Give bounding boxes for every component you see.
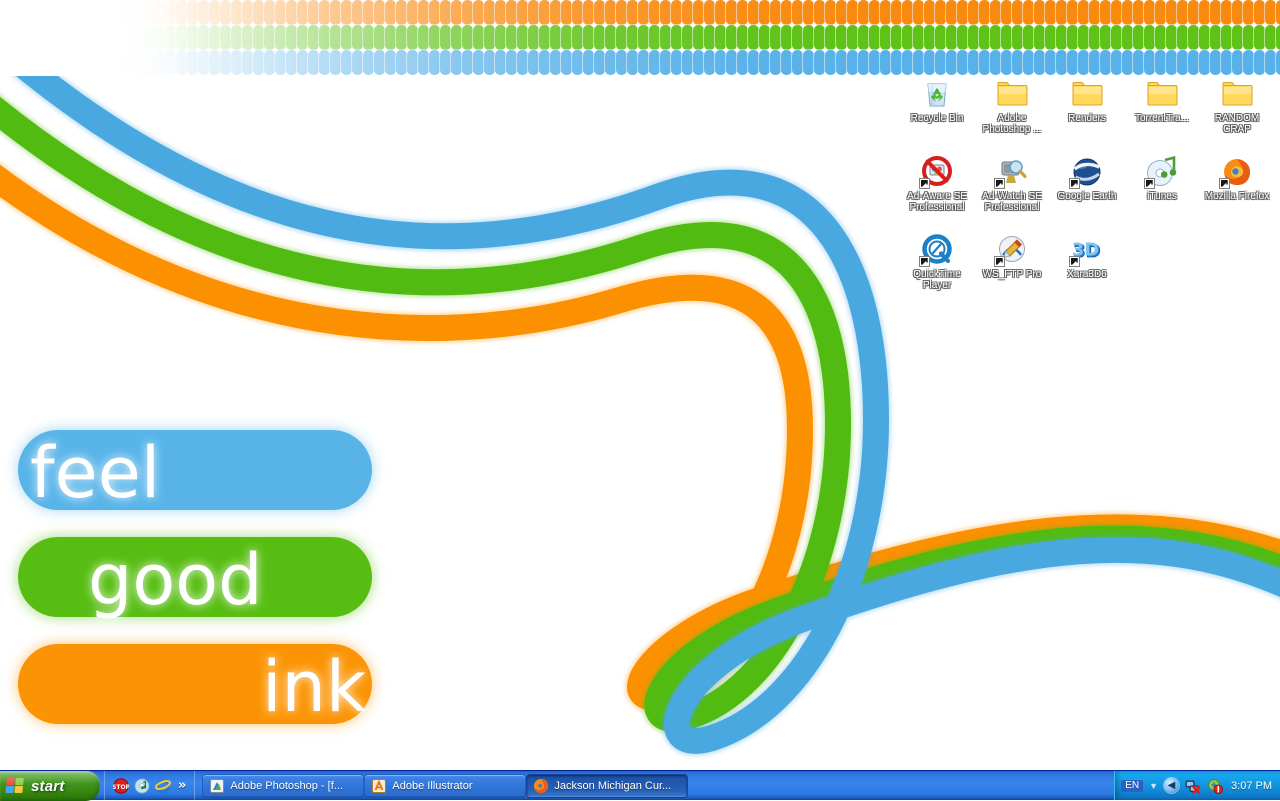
desktop-icon-random-crap[interactable]: RANDOM CRAP [1200,78,1274,135]
shortcut-overlay-icon [1144,178,1155,189]
taskbar[interactable]: start STOP » Adobe Photoshop - [0,770,1280,800]
desktop-icon-label: Ad-Aware SE Professional [900,191,974,213]
desktop-icon-mozilla-firefox[interactable]: Mozilla Firefox [1200,156,1274,202]
desktop-icon-ad-aware-se-professional[interactable]: Ad-Aware SE Professional [900,156,974,213]
desktop-icon-label: QuickTime Player [900,269,974,291]
pill-good: good good [18,537,372,621]
desktop[interactable]: feel feel good good ink ink feel good in… [0,0,1280,770]
desktop-icon-label: iTunes [1125,191,1199,202]
quicktime-icon [921,234,953,266]
desktop-icon-ad-watch-se-professional[interactable]: Ad-Watch SE Professional [975,156,1049,213]
language-bar-handle[interactable]: ▼ [1149,782,1158,790]
svg-text:STOP: STOP [113,784,129,791]
recycle-bin-icon [921,78,953,110]
desktop-icon-label: Mozilla Firefox [1200,191,1274,202]
taskbar-window-button[interactable]: Adobe Illustrator [365,775,525,797]
desktop-icon-label: TorrentTra... [1125,113,1199,124]
language-indicator[interactable]: EN [1121,779,1143,792]
desktop-icon-renders[interactable]: Renders [1050,78,1124,124]
desktop-icon-label: Adobe Photoshop ... [975,113,1049,135]
folder-icon [1071,78,1103,110]
desktop-icon-itunes[interactable]: iTunes [1125,156,1199,202]
svg-text:feel: feel [30,432,160,514]
ql-internet-explorer-icon[interactable] [155,778,171,794]
desktop-icon-label: WS_FTP Pro [975,269,1049,280]
firefox-icon [1221,156,1253,188]
ql-itunes-icon[interactable] [134,778,150,794]
desktop-icon-xara3d6[interactable]: 3D 3D Xara3D6 [1050,234,1124,280]
folder-icon [1146,78,1178,110]
illustrator-icon [371,778,387,794]
pill-feel: feel feel [18,430,372,514]
desktop-icon-label: Google Earth [1050,191,1124,202]
ql-ad-aware-stop-icon[interactable]: STOP [113,778,129,794]
desktop-icon-quicktime-player[interactable]: QuickTime Player [900,234,974,291]
desktop-icon-ws-ftp-pro[interactable]: WS_FTP Pro [975,234,1049,280]
folder-icon [1221,78,1253,110]
shortcut-overlay-icon [1069,256,1080,267]
taskbar-window-button[interactable]: Adobe Photoshop - [f... [203,775,363,797]
shortcut-overlay-icon [1219,178,1230,189]
taskbar-window-label: Adobe Illustrator [392,780,472,792]
itunes-icon [1146,156,1178,188]
taskbar-window-button[interactable]: Jackson Michigan Cur... [527,775,687,797]
quick-launch-overflow-button[interactable]: » [176,778,188,793]
desktop-icon-label: Renders [1050,113,1124,124]
shortcut-overlay-icon [994,178,1005,189]
taskbar-clock[interactable]: 3:07 PM [1231,780,1272,792]
shortcut-overlay-icon [994,256,1005,267]
start-button[interactable]: start [0,771,100,801]
xara3d-icon: 3D 3D [1071,234,1103,266]
antivirus-alert-icon[interactable] [1207,778,1223,794]
desktop-icon-adobe-photoshop[interactable]: Adobe Photoshop ... [975,78,1049,135]
ws-ftp-icon [996,234,1028,266]
photoshop-icon [209,778,225,794]
pill-ink: ink ink [18,644,372,728]
taskbar-window-label: Adobe Photoshop - [f... [230,780,343,792]
start-button-label: start [31,778,65,795]
network-disconnected-icon[interactable] [1185,778,1201,794]
firefox-icon [533,778,549,794]
desktop-icon-label: RANDOM CRAP [1200,113,1274,135]
svg-text:ink: ink [262,646,367,728]
ad-aware-icon [921,156,953,188]
taskbar-window-buttons[interactable]: Adobe Photoshop - [f... Adobe Illustrator… [194,771,1114,800]
shortcut-overlay-icon [919,256,930,267]
taskbar-window-label: Jackson Michigan Cur... [554,780,671,792]
google-earth-icon [1071,156,1103,188]
desktop-icon-label: Xara3D6 [1050,269,1124,280]
shortcut-overlay-icon [1069,178,1080,189]
chevron-left-icon[interactable]: ◀ [1164,778,1179,793]
ad-watch-icon [996,156,1028,188]
windows-flag-icon [5,778,26,795]
desktop-icon-recycle-bin[interactable]: Recycle Bin [900,78,974,124]
desktop-icon-label: Ad-Watch SE Professional [975,191,1049,213]
shortcut-overlay-icon [919,178,930,189]
desktop-icon-torrenttra[interactable]: TorrentTra... [1125,78,1199,124]
svg-text:good: good [88,539,263,621]
wallpaper-pills: feel feel good good ink ink [18,430,372,728]
desktop-icon-google-earth[interactable]: Google Earth [1050,156,1124,202]
quick-launch-bar[interactable]: STOP » [104,771,194,800]
folder-icon [996,78,1028,110]
system-tray[interactable]: EN ▼ ◀ 3:07 PM [1114,771,1280,800]
desktop-icon-label: Recycle Bin [900,113,974,124]
